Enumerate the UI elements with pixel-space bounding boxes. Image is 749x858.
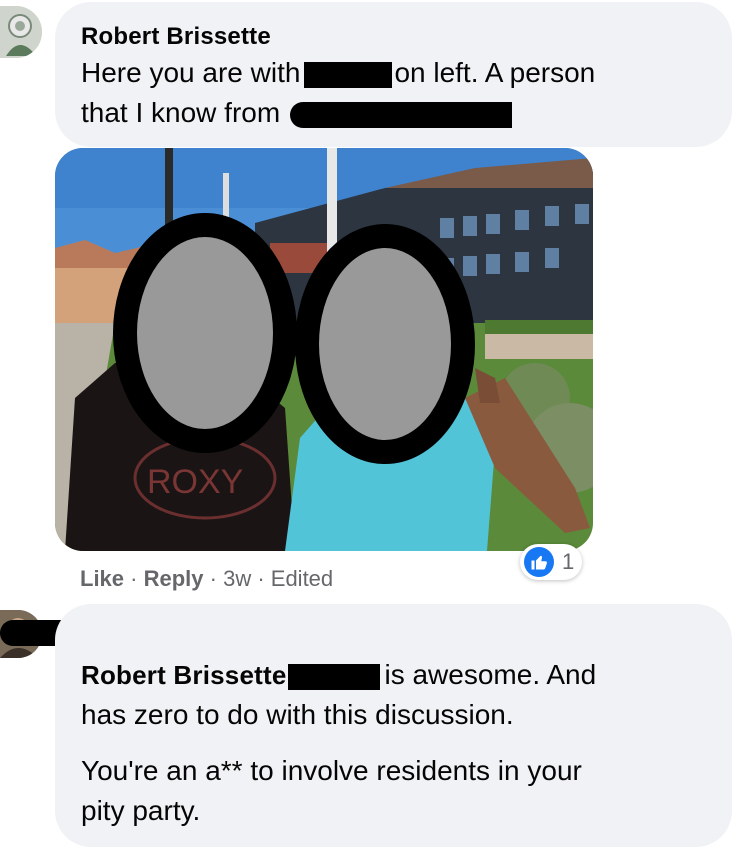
- comment-text-segment: that I know from: [81, 97, 281, 128]
- reaction-summary[interactable]: 1: [520, 544, 583, 580]
- comment-text-line-4: pity party.: [81, 795, 201, 826]
- timestamp[interactable]: 3w: [223, 566, 251, 591]
- shirt-print: ROXY: [147, 463, 243, 501]
- redaction-bar: [290, 101, 513, 128]
- redaction-bar: [304, 61, 393, 88]
- separator: ·: [251, 566, 271, 591]
- separator: ·: [124, 566, 144, 591]
- comment-text-segment: Here you are with: [81, 57, 301, 88]
- comment-text-line-3: You're an a** to involve residents in yo…: [81, 755, 582, 786]
- comment-bubble: Robert Brissette Here you are with on lef…: [55, 2, 732, 147]
- comment-actions: Like · Reply · 3w · Edited: [80, 566, 333, 592]
- like-reaction-icon: [524, 547, 554, 577]
- reply-link[interactable]: Reply: [144, 566, 204, 591]
- comment-author[interactable]: Robert Brissette: [81, 23, 271, 51]
- comment-author[interactable]: Robert Brissette: [81, 660, 286, 690]
- commenter-avatar[interactable]: [0, 6, 42, 58]
- reaction-count: 1: [562, 549, 575, 574]
- comment-text-segment: on left. A person: [394, 57, 596, 88]
- separator: ·: [203, 566, 224, 591]
- redaction-bar: [288, 663, 381, 690]
- comment-text-segment: is awesome. And: [384, 659, 597, 690]
- comment-text-line-2: that I know from: [81, 93, 513, 133]
- comment-text-line-1: Here you are with on left. A person: [81, 53, 595, 93]
- attached-photo[interactable]: ROXY: [55, 148, 593, 551]
- comment-bubble: Robert Brissette is awesome. And has zero…: [55, 604, 732, 847]
- edited-label[interactable]: Edited: [271, 566, 333, 591]
- like-link[interactable]: Like: [80, 566, 124, 591]
- comment-text-line-2: has zero to do with this discussion.: [81, 699, 514, 730]
- comment-text-line-1: Robert Brissette is awesome. And: [81, 655, 596, 695]
